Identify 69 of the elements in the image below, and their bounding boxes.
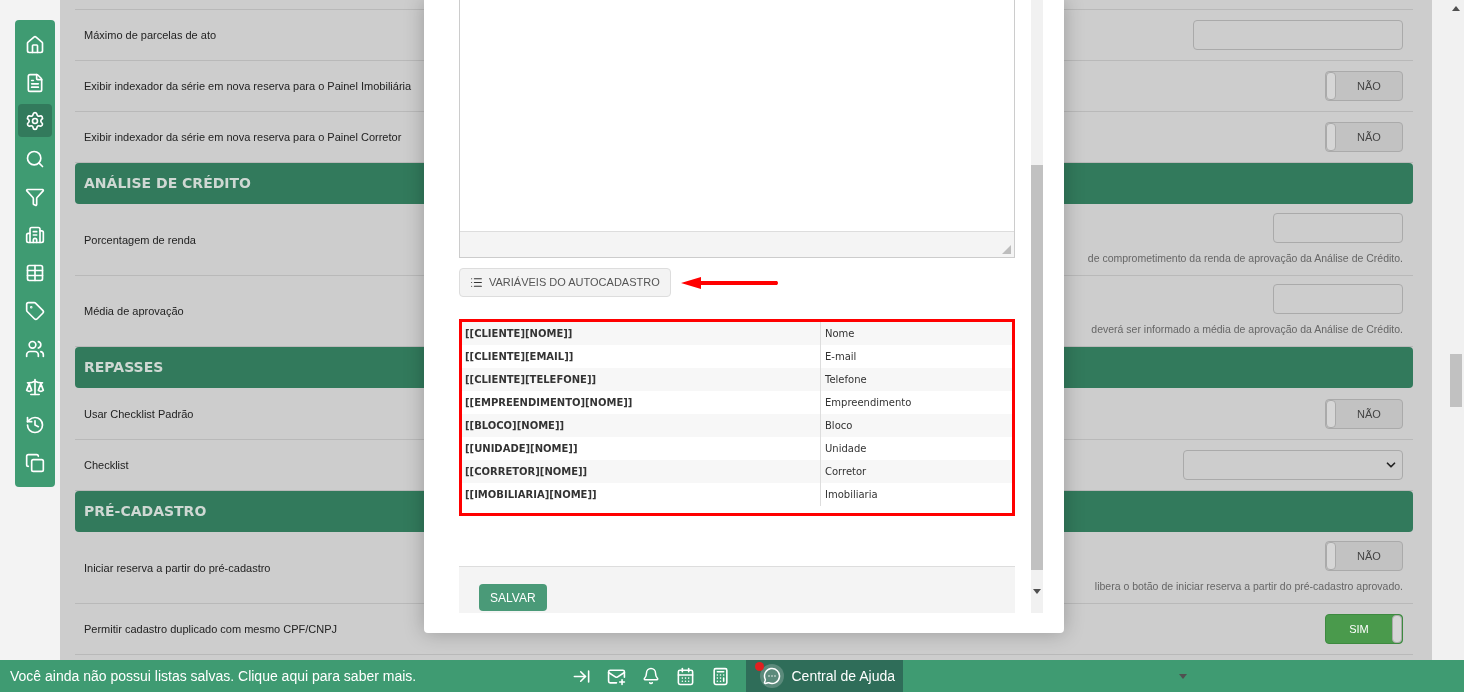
scale-icon [25, 376, 45, 397]
chat-icon [762, 667, 781, 685]
setting-label: Checklist [84, 457, 129, 473]
setting-label: Exibir indexador da série em nova reserva para o Painel Imobiliária [84, 78, 412, 94]
text-field[interactable] [1193, 20, 1403, 50]
home-icon [25, 34, 45, 55]
toggle-label: SIM [1348, 621, 1370, 637]
building-icon [25, 224, 45, 245]
setting-label: Exibir indexador da série em nova reserva para o Painel Corretor [84, 129, 402, 145]
variable-code: [[IMOBILIARIA][NOME]] [462, 483, 821, 506]
setting-label: Máximo de parcelas de ato [84, 27, 217, 43]
list-icon [470, 276, 483, 289]
variable-description: E-mail [824, 350, 857, 364]
variable-description: Telefone [824, 373, 867, 387]
people-icon [25, 338, 45, 359]
history-icon [25, 414, 45, 435]
document-icon [25, 72, 45, 93]
toggle-switch[interactable]: NÃO [1325, 71, 1403, 101]
table-icon [25, 262, 45, 283]
text-field[interactable] [1273, 213, 1403, 244]
select-field[interactable] [1183, 450, 1403, 480]
toggle-label: NÃO [1356, 406, 1382, 422]
setting-label: Usar Checklist Padrão [84, 406, 194, 422]
down-arrow-icon [1179, 673, 1188, 679]
modal-scrollbar[interactable] [1031, 0, 1043, 613]
toggle-label: NÃO [1356, 548, 1382, 564]
bell-icon[interactable] [641, 667, 660, 685]
tag-icon [25, 300, 45, 321]
search-icon [25, 148, 45, 169]
filter-icon [25, 186, 45, 207]
save-button[interactable]: SALVAR [479, 584, 547, 611]
variable-description: Imobiliaria [824, 488, 878, 502]
toggle-switch[interactable]: NÃO [1325, 399, 1403, 429]
section-title: PRÉ-CADASTRO [84, 502, 207, 521]
text-field[interactable] [1273, 284, 1403, 315]
toggle-label: NÃO [1356, 129, 1382, 145]
variables-button[interactable]: VARIÁVEIS DO AUTOCADASTRO [459, 268, 671, 297]
sidebar-item[interactable] [18, 104, 52, 137]
setting-label: Iniciar reserva a partir do pré-cadastro [84, 560, 271, 576]
variable-description: Unidade [824, 442, 867, 456]
down-arrow-icon [1033, 589, 1041, 594]
variable-description: Nome [824, 327, 855, 341]
hint-text: deverá ser informado a média de aprovação da Análise de Crédito. [1091, 322, 1403, 338]
setting-label: Permitir cadastro duplicado com mesmo CPF/CNPJ [84, 621, 338, 637]
variable-description: Empreendimento [824, 396, 912, 410]
footer-message[interactable]: Você ainda não possui listas salvas. Clique aqui para saber mais. [0, 665, 572, 687]
scrollbar-thumb[interactable] [1031, 165, 1043, 570]
up-arrow-icon [1451, 5, 1460, 11]
toggle-switch[interactable]: NÃO [1325, 122, 1403, 152]
settings-icon [25, 110, 45, 131]
hint-text: de comprometimento da renda de aprovação da Análise de Crédito. [1087, 251, 1403, 267]
page-scrollbar[interactable] [1432, 0, 1464, 660]
hint-text: libera o botão de iniciar reserva a partir do pré-cadastro aprovado. [1094, 579, 1403, 595]
help-button[interactable]: Central de Ajuda [745, 660, 903, 692]
variable-description: Bloco [824, 419, 853, 433]
section-title: ANÁLISE DE CRÉDITO [84, 174, 251, 193]
mail-icon[interactable] [606, 666, 626, 686]
toggle-switch[interactable]: NÃO [1325, 541, 1403, 572]
section-title: REPASSES [84, 358, 164, 377]
scrollbar-thumb[interactable] [1450, 354, 1462, 407]
variable-description: Corretor [824, 465, 867, 479]
toggle-switch[interactable]: SIM [1325, 614, 1403, 644]
calendar-icon[interactable] [675, 666, 695, 686]
resize-handle-icon[interactable] [1002, 245, 1011, 254]
calculator-icon[interactable] [710, 666, 730, 686]
copy-icon [25, 452, 45, 473]
toggle-label: NÃO [1356, 78, 1382, 94]
setting-label: Média de aprovação [84, 303, 184, 319]
setting-label: Porcentagem de renda [84, 232, 196, 248]
